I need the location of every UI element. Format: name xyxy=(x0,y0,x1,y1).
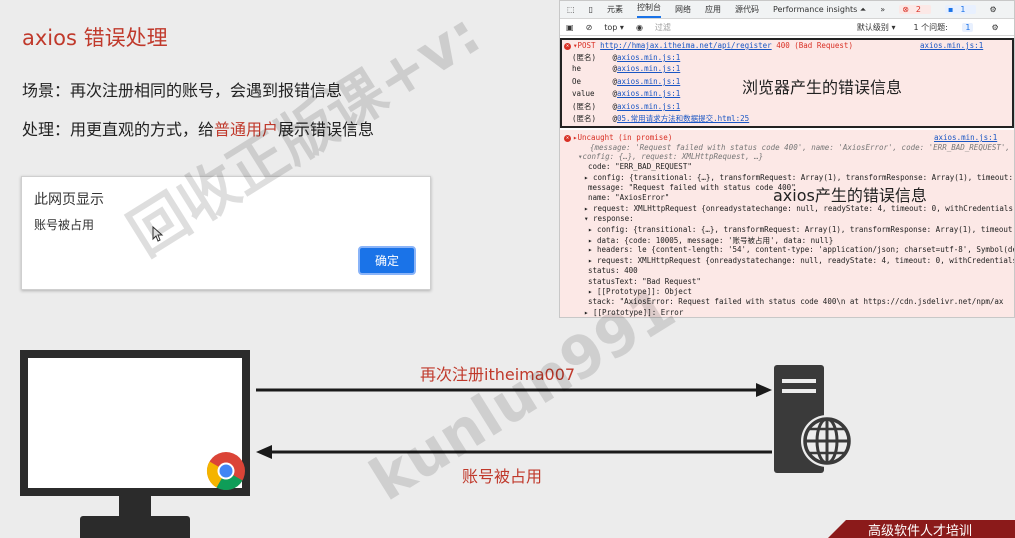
err2-source-link[interactable]: axios.min.js:1 xyxy=(934,133,997,142)
error-count: 2 xyxy=(915,5,921,14)
browser-error-note: 浏览器产生的错误信息 xyxy=(742,78,903,97)
prop-line[interactable]: ▸ config: {transitional: {…}, transformR… xyxy=(588,225,1014,234)
eye-icon[interactable]: ◉ xyxy=(636,23,643,32)
error-summary: {message: 'Request failed with status co… xyxy=(590,143,1015,152)
slide-title: axios 错误处理 xyxy=(22,26,168,50)
info-count: 1 xyxy=(960,5,966,14)
dialog-message: 账号被占用 xyxy=(34,218,95,232)
prop-line[interactable]: ▸ headers: le {content-length: '54', con… xyxy=(588,245,1014,254)
error-summary-2[interactable]: ▾config: {…}, request: XMLHttpRequest, …… xyxy=(578,152,763,161)
tab-performance[interactable]: Performance insights ⏶ xyxy=(773,5,866,15)
context-select[interactable]: top ▾ xyxy=(604,23,624,32)
error-icon: ✕ xyxy=(564,134,571,142)
clear-console-icon[interactable]: ⊘ xyxy=(586,23,593,32)
handle-suffix: 展示错误信息 xyxy=(278,120,375,139)
inspect-icon[interactable]: ⬚ xyxy=(567,5,575,14)
mouse-cursor-icon xyxy=(152,226,164,242)
uncaught-line: ✕ ▸Uncaught (in promise) xyxy=(564,133,672,142)
chrome-logo-icon xyxy=(206,452,245,491)
dialog-title: 此网页显示 xyxy=(34,192,104,208)
console-toolbar: ▣ ⊘ top ▾ ◉ 过滤 默认级别 ▾ 1 个问题: 1 ⚙ xyxy=(560,19,1014,36)
response-label: 账号被占用 xyxy=(462,467,543,486)
settings-gear-icon-2[interactable]: ⚙ xyxy=(991,23,998,32)
tab-network[interactable]: 网络 xyxy=(675,4,691,15)
prop-line[interactable]: ▸ [[Prototype]]: Object xyxy=(588,287,692,296)
ok-button[interactable]: 确定 xyxy=(358,246,416,275)
handle-prefix: 处理：用更直观的方式，给 xyxy=(22,120,215,139)
more-menu-icon[interactable]: ⋮ xyxy=(1011,5,1014,14)
uncaught-header[interactable]: ▸Uncaught (in promise) xyxy=(573,133,672,142)
axios-error-note: axios产生的错误信息 xyxy=(773,186,927,205)
levels-select[interactable]: 默认级别 ▾ xyxy=(857,22,896,33)
prop-line: status: 400 xyxy=(588,266,638,275)
filter-input[interactable]: 过滤 xyxy=(655,22,845,33)
device-icon[interactable]: ▯ xyxy=(589,5,593,14)
tab-elements[interactable]: 元素 xyxy=(607,4,623,15)
prop-line[interactable]: ▸ config: {transitional: {…}, transformR… xyxy=(584,173,1014,182)
tab-sources[interactable]: 源代码 xyxy=(735,4,759,15)
corner-banner: 高级软件人才培训 xyxy=(828,520,1015,538)
handle-highlight: 普通用户 xyxy=(214,120,279,139)
devtools-tabs: ⬚ ▯ 元素 控制台 网络 应用 源代码 Performance insight… xyxy=(560,1,1014,19)
monitor-base xyxy=(80,516,190,538)
issues-label: 1 个问题: xyxy=(913,22,948,32)
server-globe-icon xyxy=(774,365,852,473)
prop-line: name: "AxiosError" xyxy=(588,193,670,202)
prop-line: stack: "AxiosError: Request failed with … xyxy=(588,297,1004,306)
tab-application[interactable]: 应用 xyxy=(705,4,721,15)
prop-line: statusText: "Bad Request" xyxy=(588,277,701,286)
error-count-badge[interactable]: ⊗ 2 xyxy=(899,5,931,14)
handle-line: 处理：用更直观的方式，给普通用户展示错误信息 xyxy=(22,116,374,140)
settings-gear-icon[interactable]: ⚙ xyxy=(990,5,997,14)
sidebar-toggle-icon[interactable]: ▣ xyxy=(566,23,574,32)
prop-line[interactable]: ▸ [[Prototype]]: Error xyxy=(584,308,683,317)
issues-button[interactable]: 1 个问题: 1 xyxy=(907,22,979,33)
prop-line[interactable]: ▾ response: xyxy=(584,214,634,223)
prop-line[interactable]: ▸ request: XMLHttpRequest {onreadystatec… xyxy=(588,256,1014,265)
monitor-stand xyxy=(119,496,151,518)
tab-console[interactable]: 控制台 xyxy=(636,2,661,18)
prop-line: code: "ERR_BAD_REQUEST" xyxy=(588,162,692,171)
issues-count: 1 xyxy=(962,22,974,32)
request-label: 再次注册itheima007 xyxy=(420,365,576,384)
devtools-panel: ⬚ ▯ 元素 控制台 网络 应用 源代码 Performance insight… xyxy=(559,0,1015,318)
prop-line: message: "Request failed with status cod… xyxy=(588,183,796,192)
info-count-badge[interactable]: ▪ 1 xyxy=(945,5,976,14)
tab-more[interactable]: » xyxy=(880,5,885,14)
scene-line: 场景：再次注册相同的账号，会遇到报错信息 xyxy=(22,81,343,100)
alert-dialog: 此网页显示 账号被占用 确定 xyxy=(21,176,431,290)
